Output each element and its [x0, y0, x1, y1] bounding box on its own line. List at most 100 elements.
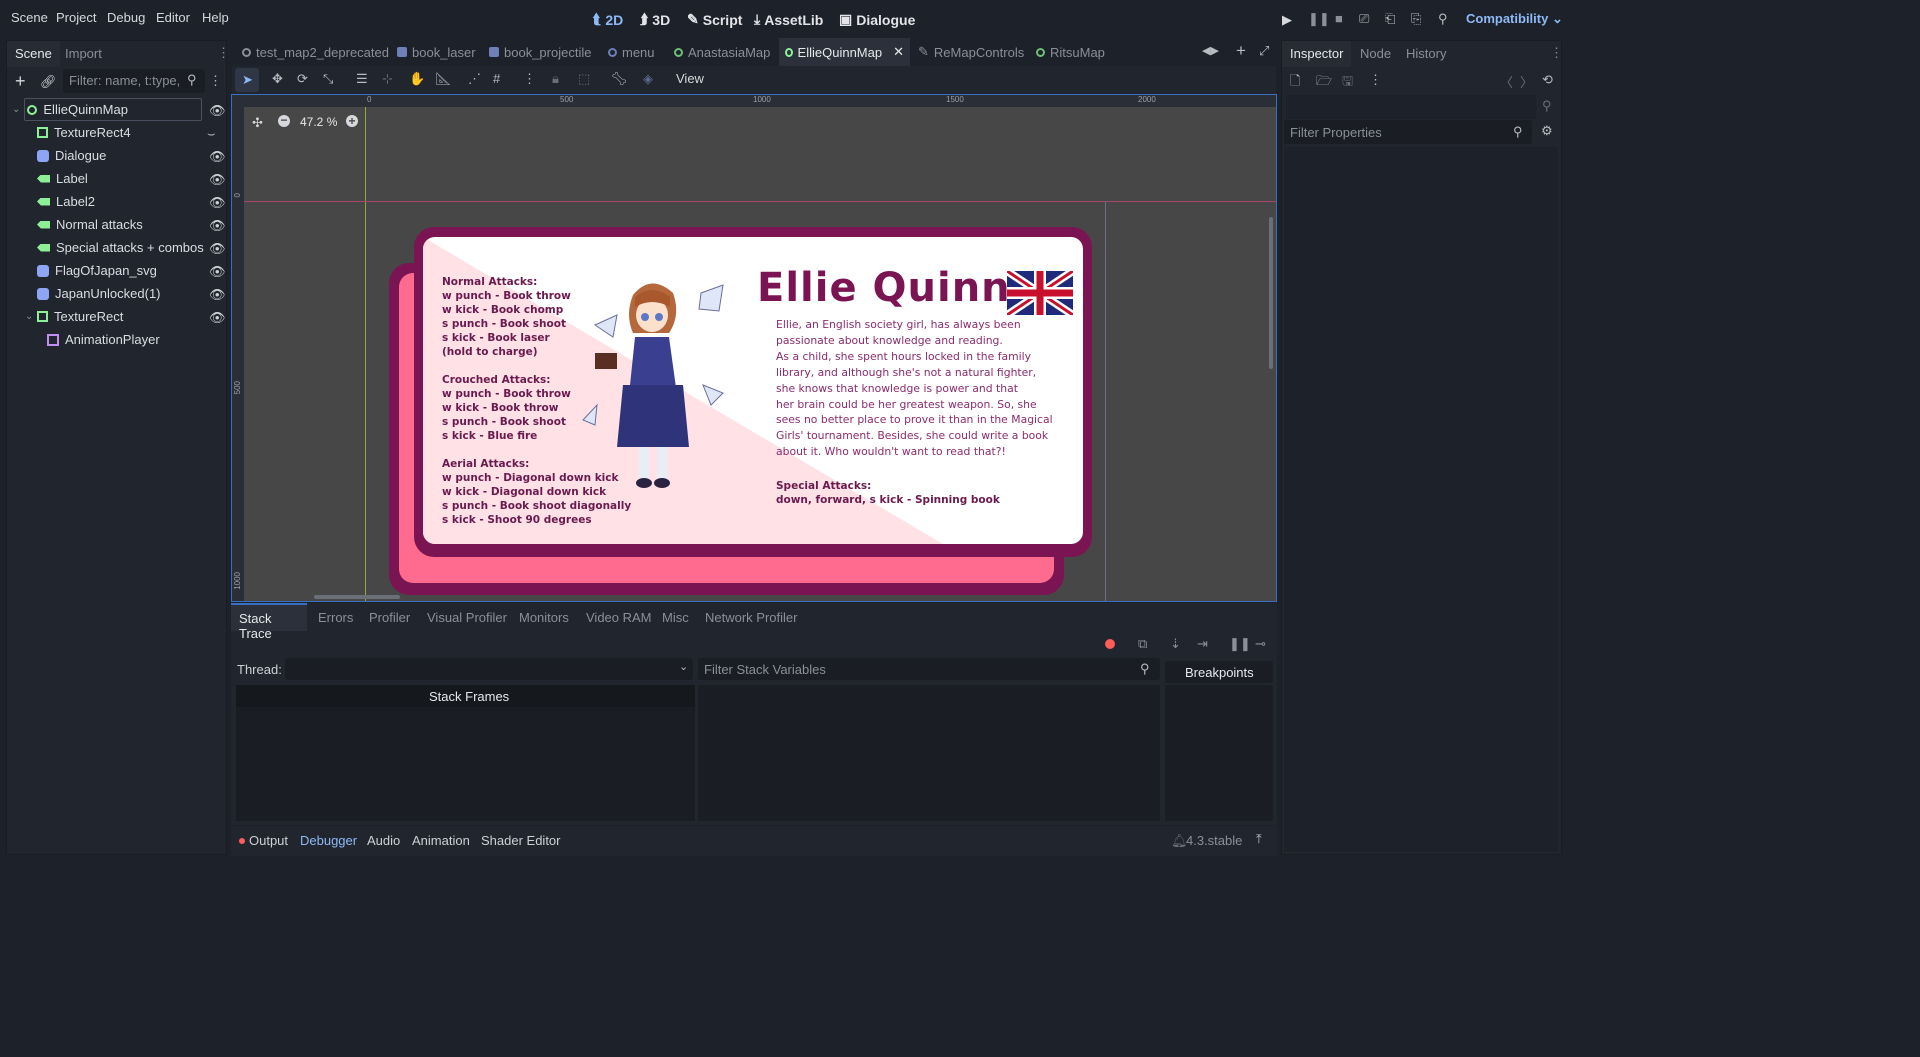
- inspector-menu-icon[interactable]: ⋮: [1369, 72, 1382, 88]
- tree-node-normal-attacks[interactable]: Normal attacks: [7, 213, 227, 236]
- add-node-icon[interactable]: +: [15, 71, 26, 92]
- visibility-eye-icon[interactable]: 👁︎: [209, 264, 226, 280]
- workspace-2d-button[interactable]: ⮬ 2D: [593, 11, 623, 28]
- tab-shader-editor[interactable]: Shader Editor: [481, 833, 561, 848]
- link-icon[interactable]: 🔗︎: [40, 74, 57, 90]
- workspace-script-button[interactable]: ✎ Script: [687, 11, 742, 28]
- close-tab-icon[interactable]: ✕: [893, 44, 904, 60]
- horizontal-scrollbar[interactable]: [314, 595, 400, 599]
- smart-snap-icon[interactable]: ⋰: [468, 71, 481, 87]
- tab-audio[interactable]: Audio: [367, 833, 400, 848]
- scene-tab-ritsumap[interactable]: RitsuMap: [1030, 38, 1111, 66]
- tab-misc[interactable]: Misc: [662, 610, 689, 625]
- visibility-eye-icon[interactable]: 👁︎: [209, 103, 226, 119]
- snap-options-icon[interactable]: ⋮: [523, 71, 536, 87]
- visibility-eye-icon[interactable]: 👁︎: [209, 241, 226, 257]
- tree-node-special-attacks[interactable]: Special attacks + combos: [7, 236, 227, 259]
- vertical-scrollbar[interactable]: [1269, 217, 1273, 369]
- tab-scroll-icon[interactable]: ◀▶: [1202, 44, 1219, 57]
- scale-mode-icon[interactable]: ⤡: [323, 71, 333, 87]
- history-forward-icon[interactable]: 〉: [1520, 72, 1533, 91]
- tab-errors[interactable]: Errors: [318, 610, 353, 625]
- distraction-free-icon[interactable]: ⤢: [1259, 43, 1269, 59]
- visibility-eye-icon[interactable]: 👁︎: [209, 172, 226, 188]
- tab-animation[interactable]: Animation: [412, 833, 470, 848]
- tab-output[interactable]: Output: [249, 833, 288, 848]
- stack-variables-filter[interactable]: Filter Stack Variables ⚲: [698, 658, 1160, 680]
- expand-panel-icon[interactable]: ⤒: [1256, 831, 1262, 847]
- tab-inspector[interactable]: Inspector: [1282, 41, 1352, 67]
- scene-tab-test-map2[interactable]: test_map2_deprecated: [236, 38, 395, 66]
- object-path-field[interactable]: [1286, 95, 1536, 119]
- scene-menu-icon[interactable]: ⋮: [209, 73, 222, 89]
- view-menu[interactable]: View: [676, 71, 704, 86]
- tab-history[interactable]: History: [1398, 41, 1454, 67]
- filter-properties-input[interactable]: Filter Properties ⚲: [1284, 120, 1532, 144]
- tree-node-flagofjapan[interactable]: FlagOfJapan_svg: [7, 259, 227, 282]
- pan-mode-icon[interactable]: ✋: [409, 71, 425, 87]
- continue-icon[interactable]: ⊸: [1255, 636, 1266, 652]
- recent-history-icon[interactable]: ⟲: [1542, 72, 1553, 88]
- play-scene-icon[interactable]: ⎗: [1385, 11, 1395, 27]
- visibility-hidden-icon[interactable]: ⌣: [207, 126, 216, 142]
- tree-node-elliequinnmap[interactable]: ⌄ EllieQuinnMap: [7, 98, 227, 121]
- collapse-arrow-icon[interactable]: ⌄: [25, 311, 37, 322]
- scene-tab-book-laser[interactable]: book_laser: [391, 38, 482, 66]
- step-into-icon[interactable]: ⇣: [1170, 636, 1181, 652]
- tab-network-profiler[interactable]: Network Profiler: [705, 610, 797, 625]
- tab-monitors[interactable]: Monitors: [519, 610, 569, 625]
- version-label[interactable]: 4.3.stable: [1186, 833, 1242, 848]
- visibility-eye-icon[interactable]: 👁︎: [209, 195, 226, 211]
- workspace-assetlib-button[interactable]: ⤓ AssetLib: [754, 11, 823, 28]
- tab-video-ram[interactable]: Video RAM: [586, 610, 652, 625]
- new-resource-icon[interactable]: 🗋︎: [1290, 72, 1300, 94]
- tab-import[interactable]: Import: [57, 41, 110, 67]
- movie-maker-icon[interactable]: ⚲: [1438, 11, 1448, 27]
- pause-icon[interactable]: ❚❚: [1308, 11, 1330, 27]
- stop-icon[interactable]: ■: [1335, 11, 1343, 26]
- tree-node-texturerect[interactable]: ⌄ TextureRect: [7, 305, 227, 328]
- open-folder-icon[interactable]: 🗁︎: [1316, 72, 1332, 94]
- zoom-level[interactable]: 47.2 %: [300, 115, 337, 129]
- zoom-in-icon[interactable]: +: [346, 115, 358, 127]
- visibility-eye-icon[interactable]: 👁︎: [209, 218, 226, 234]
- ruler-mode-icon[interactable]: 📐︎: [435, 71, 452, 87]
- list-select-icon[interactable]: ☰: [356, 71, 368, 87]
- tab-stack-trace[interactable]: Stack Trace: [231, 603, 307, 641]
- renderer-select[interactable]: Compatibility ⌄: [1466, 11, 1563, 27]
- scene-tab-elliequinnmap[interactable]: EllieQuinnMap ✕: [779, 38, 910, 66]
- tab-node[interactable]: Node: [1352, 41, 1399, 67]
- pivot-icon[interactable]: ⊹: [382, 71, 393, 87]
- scene-tab-anastasiamap[interactable]: AnastasiaMap: [668, 38, 776, 66]
- tree-node-texturerect4[interactable]: TextureRect4: [7, 121, 227, 144]
- group-icon[interactable]: ⬚: [578, 71, 590, 87]
- scene-tab-menu[interactable]: menu: [602, 38, 661, 66]
- tab-scene[interactable]: Scene: [7, 41, 60, 67]
- tree-node-japanunlocked[interactable]: JapanUnlocked(1): [7, 282, 227, 305]
- copy-icon[interactable]: ⧉: [1138, 636, 1147, 652]
- canvas-viewport[interactable]: 0 500 1000 1500 2000 0 500 1000 ✣ − 47.2…: [231, 94, 1277, 602]
- move-mode-icon[interactable]: ✥: [272, 71, 283, 87]
- lock-icon[interactable]: 🔒︎: [552, 71, 559, 87]
- visibility-eye-icon[interactable]: 👁︎: [209, 149, 226, 165]
- tree-node-dialogue[interactable]: Dialogue: [7, 144, 227, 167]
- scene-filter-input[interactable]: Filter: name, t:type, ⚲: [63, 69, 205, 93]
- new-scene-tab-icon[interactable]: +: [1236, 41, 1246, 61]
- history-back-icon[interactable]: 〈: [1500, 72, 1513, 91]
- zoom-out-icon[interactable]: −: [278, 114, 290, 127]
- play-custom-scene-icon[interactable]: ⎘: [1411, 11, 1421, 27]
- camera-override-icon[interactable]: ◈: [643, 71, 653, 87]
- dock-menu-icon[interactable]: ⋮: [217, 45, 230, 61]
- workspace-3d-button[interactable]: ⮭ 3D: [640, 11, 670, 28]
- dock-menu-icon[interactable]: ⋮: [1550, 45, 1563, 61]
- menu-help[interactable]: Help: [202, 10, 229, 25]
- visibility-eye-icon[interactable]: 👁︎: [209, 287, 226, 303]
- scene-tab-book-projectile[interactable]: book_projectile: [483, 38, 597, 66]
- step-over-icon[interactable]: ⇥: [1197, 636, 1208, 652]
- select-mode-button[interactable]: ➤: [235, 68, 259, 92]
- tree-node-label[interactable]: Label: [7, 167, 227, 190]
- remote-debug-icon[interactable]: ⎚: [1359, 11, 1369, 27]
- play-icon[interactable]: ▶: [1282, 12, 1292, 28]
- object-search-icon[interactable]: ⚲: [1542, 98, 1552, 114]
- tree-node-label2[interactable]: Label2: [7, 190, 227, 213]
